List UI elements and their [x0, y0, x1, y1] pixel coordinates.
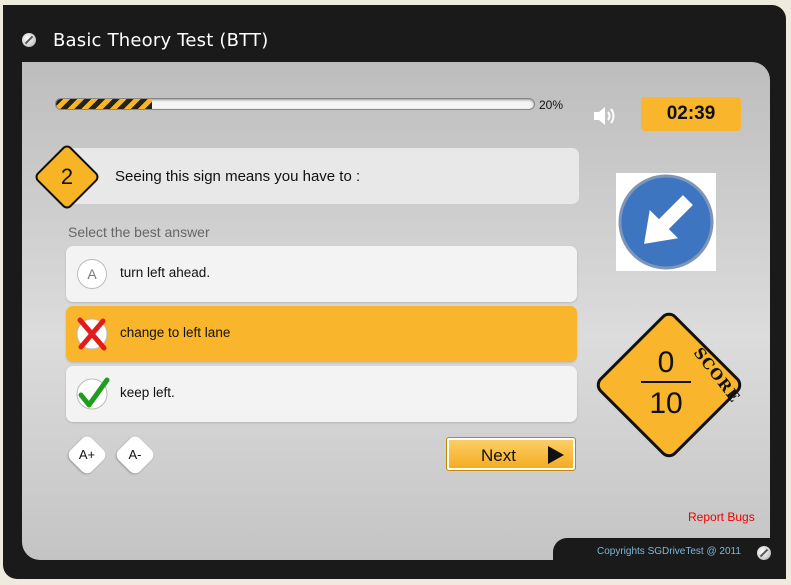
window-title: Basic Theory Test (BTT): [53, 30, 269, 51]
report-bugs-link[interactable]: Report Bugs: [688, 510, 755, 524]
screw-icon: [757, 546, 771, 560]
answer-option-a[interactable]: A turn left ahead.: [66, 246, 577, 302]
answer-instruction: Select the best answer: [68, 224, 210, 240]
score-numerator: 0: [657, 346, 675, 379]
font-decrease-button[interactable]: A-: [114, 440, 156, 470]
next-button[interactable]: Next: [446, 437, 576, 471]
next-button-label: Next: [481, 446, 516, 465]
font-increase-button[interactable]: A+: [66, 440, 108, 470]
option-label: change to left lane: [120, 325, 231, 340]
answer-option-c[interactable]: keep left.: [66, 366, 577, 422]
keep-left-sign-icon: [616, 173, 716, 271]
option-label: turn left ahead.: [120, 265, 211, 280]
answer-option-b[interactable]: change to left lane: [66, 306, 577, 362]
screw-icon: [22, 33, 36, 47]
question-number: 2: [60, 164, 74, 189]
countdown-timer: 02:39: [641, 97, 741, 131]
progress-percent: 20%: [539, 98, 564, 112]
play-arrow-icon: [547, 445, 565, 470]
progress-fill: [56, 99, 152, 109]
option-letter: A: [77, 259, 107, 289]
copyright-text: Copyrights SGDriveTest @ 2011: [597, 546, 741, 557]
question-text: Seeing this sign means you have to :: [115, 168, 361, 185]
score-denominator: 10: [649, 387, 683, 420]
footer-bar: [553, 538, 786, 579]
score-divider: [641, 381, 691, 383]
wrong-x-icon: [76, 317, 108, 356]
progress-bar: [55, 98, 535, 110]
option-label: keep left.: [120, 385, 175, 400]
speaker-icon[interactable]: [593, 105, 619, 132]
correct-check-icon: [76, 377, 110, 416]
